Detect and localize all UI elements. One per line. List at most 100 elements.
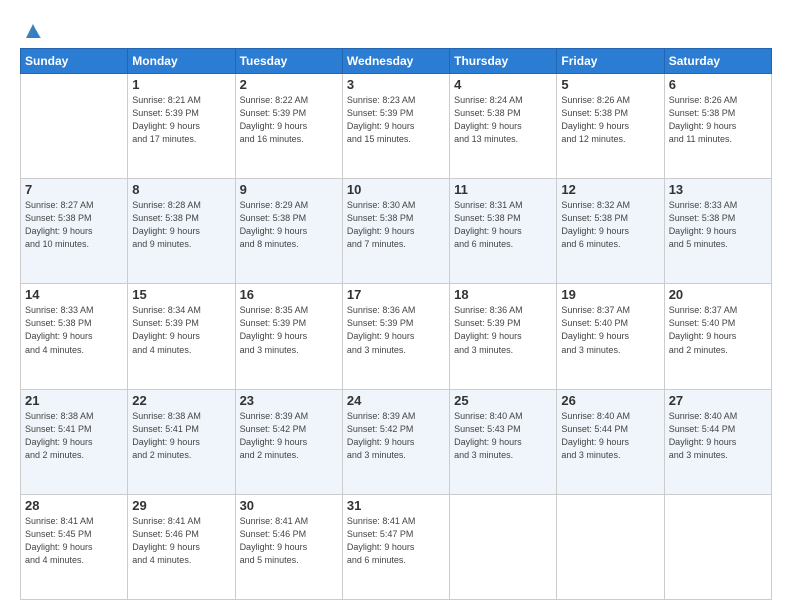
calendar-cell: 25 Sunrise: 8:40 AM Sunset: 5:43 PM Dayli… (450, 389, 557, 494)
day-number: 5 (561, 77, 659, 92)
calendar-cell: 10 Sunrise: 8:30 AM Sunset: 5:38 PM Dayli… (342, 179, 449, 284)
day-info: Sunrise: 8:33 AM Sunset: 5:38 PM Dayligh… (25, 304, 123, 356)
calendar-cell: 22 Sunrise: 8:38 AM Sunset: 5:41 PM Dayli… (128, 389, 235, 494)
day-number: 21 (25, 393, 123, 408)
calendar-cell: 2 Sunrise: 8:22 AM Sunset: 5:39 PM Daylig… (235, 74, 342, 179)
day-number: 14 (25, 287, 123, 302)
day-info: Sunrise: 8:40 AM Sunset: 5:44 PM Dayligh… (561, 410, 659, 462)
day-number: 9 (240, 182, 338, 197)
calendar-cell: 26 Sunrise: 8:40 AM Sunset: 5:44 PM Dayli… (557, 389, 664, 494)
day-number: 11 (454, 182, 552, 197)
calendar-cell: 19 Sunrise: 8:37 AM Sunset: 5:40 PM Dayli… (557, 284, 664, 389)
calendar-cell: 30 Sunrise: 8:41 AM Sunset: 5:46 PM Dayli… (235, 494, 342, 599)
calendar-cell: 11 Sunrise: 8:31 AM Sunset: 5:38 PM Dayli… (450, 179, 557, 284)
calendar-cell (557, 494, 664, 599)
day-info: Sunrise: 8:39 AM Sunset: 5:42 PM Dayligh… (347, 410, 445, 462)
day-info: Sunrise: 8:41 AM Sunset: 5:46 PM Dayligh… (132, 515, 230, 567)
logo-icon (22, 20, 44, 42)
weekday-header-saturday: Saturday (664, 49, 771, 74)
day-number: 16 (240, 287, 338, 302)
day-number: 31 (347, 498, 445, 513)
day-info: Sunrise: 8:36 AM Sunset: 5:39 PM Dayligh… (454, 304, 552, 356)
calendar-cell: 29 Sunrise: 8:41 AM Sunset: 5:46 PM Dayli… (128, 494, 235, 599)
day-info: Sunrise: 8:23 AM Sunset: 5:39 PM Dayligh… (347, 94, 445, 146)
header (20, 16, 772, 38)
weekday-header-tuesday: Tuesday (235, 49, 342, 74)
day-info: Sunrise: 8:26 AM Sunset: 5:38 PM Dayligh… (669, 94, 767, 146)
calendar-week-1: 1 Sunrise: 8:21 AM Sunset: 5:39 PM Daylig… (21, 74, 772, 179)
day-info: Sunrise: 8:40 AM Sunset: 5:43 PM Dayligh… (454, 410, 552, 462)
day-info: Sunrise: 8:38 AM Sunset: 5:41 PM Dayligh… (25, 410, 123, 462)
day-number: 17 (347, 287, 445, 302)
calendar-cell: 15 Sunrise: 8:34 AM Sunset: 5:39 PM Dayli… (128, 284, 235, 389)
calendar-cell: 9Sunrise: 8:29 AM Sunset: 5:38 PM Daylig… (235, 179, 342, 284)
day-number: 23 (240, 393, 338, 408)
calendar-week-3: 14 Sunrise: 8:33 AM Sunset: 5:38 PM Dayli… (21, 284, 772, 389)
weekday-header-row: SundayMondayTuesdayWednesdayThursdayFrid… (21, 49, 772, 74)
calendar-week-2: 7 Sunrise: 8:27 AM Sunset: 5:38 PM Daylig… (21, 179, 772, 284)
day-number: 1 (132, 77, 230, 92)
day-info: Sunrise: 8:39 AM Sunset: 5:42 PM Dayligh… (240, 410, 338, 462)
calendar-cell: 27 Sunrise: 8:40 AM Sunset: 5:44 PM Dayli… (664, 389, 771, 494)
calendar-cell: 17 Sunrise: 8:36 AM Sunset: 5:39 PM Dayli… (342, 284, 449, 389)
calendar-cell: 7 Sunrise: 8:27 AM Sunset: 5:38 PM Daylig… (21, 179, 128, 284)
calendar-week-5: 28 Sunrise: 8:41 AM Sunset: 5:45 PM Dayli… (21, 494, 772, 599)
day-info: Sunrise: 8:37 AM Sunset: 5:40 PM Dayligh… (561, 304, 659, 356)
calendar-cell: 31Sunrise: 8:41 AM Sunset: 5:47 PM Dayli… (342, 494, 449, 599)
day-number: 10 (347, 182, 445, 197)
day-number: 20 (669, 287, 767, 302)
day-number: 15 (132, 287, 230, 302)
day-info: Sunrise: 8:30 AM Sunset: 5:38 PM Dayligh… (347, 199, 445, 251)
calendar-week-4: 21 Sunrise: 8:38 AM Sunset: 5:41 PM Dayli… (21, 389, 772, 494)
day-info: Sunrise: 8:38 AM Sunset: 5:41 PM Dayligh… (132, 410, 230, 462)
calendar-cell: 6 Sunrise: 8:26 AM Sunset: 5:38 PM Daylig… (664, 74, 771, 179)
day-number: 6 (669, 77, 767, 92)
day-info: Sunrise: 8:36 AM Sunset: 5:39 PM Dayligh… (347, 304, 445, 356)
day-info: Sunrise: 8:24 AM Sunset: 5:38 PM Dayligh… (454, 94, 552, 146)
day-number: 22 (132, 393, 230, 408)
day-info: Sunrise: 8:22 AM Sunset: 5:39 PM Dayligh… (240, 94, 338, 146)
day-number: 28 (25, 498, 123, 513)
calendar-cell: 1 Sunrise: 8:21 AM Sunset: 5:39 PM Daylig… (128, 74, 235, 179)
calendar-table: SundayMondayTuesdayWednesdayThursdayFrid… (20, 48, 772, 600)
day-info: Sunrise: 8:37 AM Sunset: 5:40 PM Dayligh… (669, 304, 767, 356)
day-number: 7 (25, 182, 123, 197)
day-info: Sunrise: 8:41 AM Sunset: 5:45 PM Dayligh… (25, 515, 123, 567)
day-info: Sunrise: 8:21 AM Sunset: 5:39 PM Dayligh… (132, 94, 230, 146)
day-number: 8 (132, 182, 230, 197)
calendar-cell: 16 Sunrise: 8:35 AM Sunset: 5:39 PM Dayli… (235, 284, 342, 389)
day-number: 25 (454, 393, 552, 408)
weekday-header-thursday: Thursday (450, 49, 557, 74)
day-info: Sunrise: 8:27 AM Sunset: 5:38 PM Dayligh… (25, 199, 123, 251)
day-number: 27 (669, 393, 767, 408)
calendar-cell: 21 Sunrise: 8:38 AM Sunset: 5:41 PM Dayli… (21, 389, 128, 494)
day-number: 24 (347, 393, 445, 408)
day-info: Sunrise: 8:34 AM Sunset: 5:39 PM Dayligh… (132, 304, 230, 356)
day-info: Sunrise: 8:33 AM Sunset: 5:38 PM Dayligh… (669, 199, 767, 251)
weekday-header-monday: Monday (128, 49, 235, 74)
day-number: 26 (561, 393, 659, 408)
logo (20, 20, 44, 38)
day-number: 19 (561, 287, 659, 302)
day-info: Sunrise: 8:28 AM Sunset: 5:38 PM Dayligh… (132, 199, 230, 251)
day-info: Sunrise: 8:31 AM Sunset: 5:38 PM Dayligh… (454, 199, 552, 251)
day-number: 12 (561, 182, 659, 197)
calendar-cell (450, 494, 557, 599)
calendar-cell (664, 494, 771, 599)
weekday-header-wednesday: Wednesday (342, 49, 449, 74)
day-number: 2 (240, 77, 338, 92)
day-info: Sunrise: 8:40 AM Sunset: 5:44 PM Dayligh… (669, 410, 767, 462)
calendar-cell: 4 Sunrise: 8:24 AM Sunset: 5:38 PM Daylig… (450, 74, 557, 179)
page: SundayMondayTuesdayWednesdayThursdayFrid… (0, 0, 792, 612)
day-info: Sunrise: 8:41 AM Sunset: 5:46 PM Dayligh… (240, 515, 338, 567)
calendar-cell: 8 Sunrise: 8:28 AM Sunset: 5:38 PM Daylig… (128, 179, 235, 284)
day-info: Sunrise: 8:35 AM Sunset: 5:39 PM Dayligh… (240, 304, 338, 356)
day-number: 29 (132, 498, 230, 513)
day-number: 3 (347, 77, 445, 92)
calendar-cell: 24 Sunrise: 8:39 AM Sunset: 5:42 PM Dayli… (342, 389, 449, 494)
day-info: Sunrise: 8:32 AM Sunset: 5:38 PM Dayligh… (561, 199, 659, 251)
day-number: 4 (454, 77, 552, 92)
day-info: Sunrise: 8:26 AM Sunset: 5:38 PM Dayligh… (561, 94, 659, 146)
calendar-cell: 20 Sunrise: 8:37 AM Sunset: 5:40 PM Dayli… (664, 284, 771, 389)
day-number: 30 (240, 498, 338, 513)
